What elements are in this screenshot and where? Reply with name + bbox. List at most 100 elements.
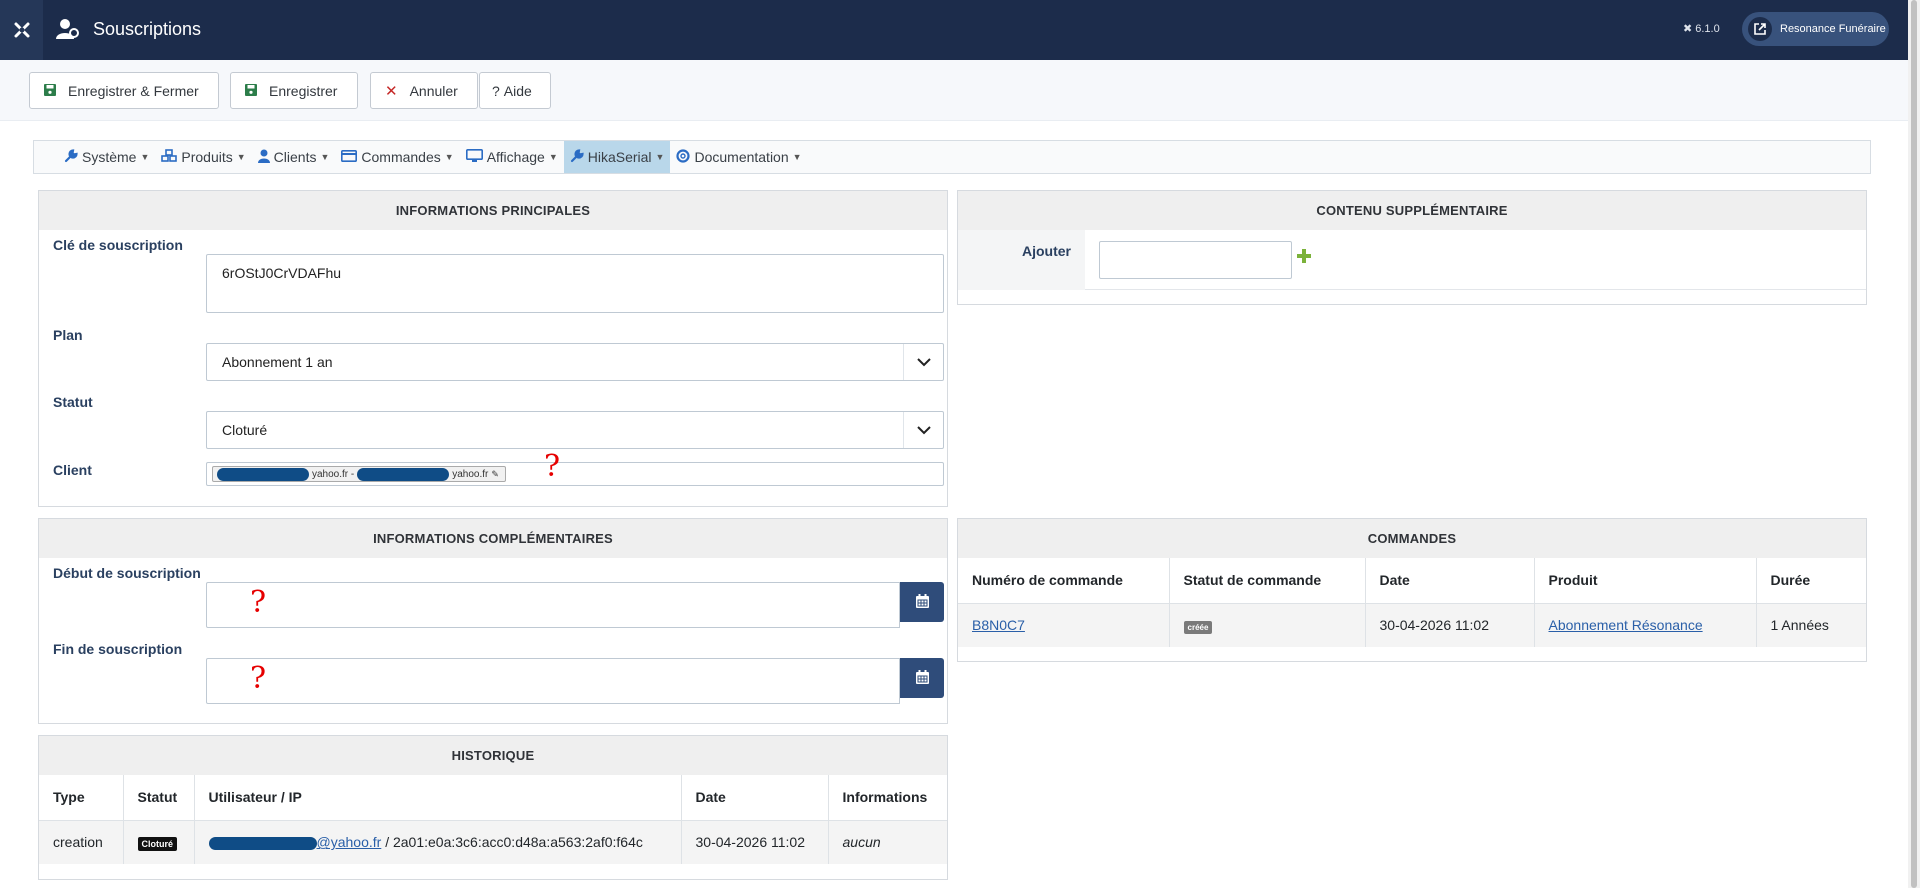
- cancel-button[interactable]: ✕ Annuler: [370, 72, 478, 109]
- start-date-input[interactable]: [206, 582, 900, 628]
- version-label: ✖ 6.1.0: [1683, 22, 1720, 36]
- redaction-mark: [217, 467, 309, 481]
- add-input[interactable]: [1099, 241, 1292, 279]
- save-button[interactable]: Enregistrer: [230, 72, 358, 109]
- col-informations: Informations: [828, 775, 947, 821]
- user-gear-icon: [56, 18, 80, 43]
- col-order-status: Statut de commande: [1169, 558, 1366, 604]
- scrollbar-thumb[interactable]: [1911, 0, 1917, 888]
- status-select[interactable]: Cloturé: [206, 411, 944, 449]
- question-mark-annotation: ?: [250, 661, 267, 696]
- history-header-row: Type Statut Utilisateur / IP Date Inform…: [39, 775, 947, 821]
- col-date: Date: [1365, 558, 1535, 604]
- order-number-link[interactable]: B8N0C7: [972, 617, 1025, 633]
- user-email-link[interactable]: @yahoo.fr: [317, 834, 382, 850]
- site-link-button[interactable]: Resonance Funéraire: [1742, 12, 1889, 46]
- help-button[interactable]: ? Aide: [479, 72, 551, 109]
- external-link-icon: [1748, 17, 1772, 41]
- plan-select[interactable]: Abonnement 1 an: [206, 343, 944, 381]
- col-type: Type: [39, 775, 124, 821]
- plan-label: Plan: [53, 327, 83, 343]
- col-date: Date: [681, 775, 829, 821]
- page-scrollbar[interactable]: [1908, 0, 1920, 888]
- history-type: creation: [39, 820, 124, 864]
- chevron-down-icon: [903, 412, 943, 448]
- col-status: Statut: [123, 775, 195, 821]
- history-status-badge: Cloturé: [137, 836, 177, 851]
- question-mark-annotation: ?: [250, 585, 267, 620]
- desktop-icon: [465, 148, 483, 166]
- wrench-icon: [64, 148, 78, 166]
- menu-produits[interactable]: Produits ▼: [155, 141, 251, 173]
- col-order-number: Numéro de commande: [958, 558, 1170, 604]
- order-status-badge: créée: [1183, 620, 1213, 634]
- history-user-ip: @yahoo.fr / 2a01:e0a:3c6:acc0:d48a:a563:…: [194, 820, 682, 864]
- table-row: B8N0C7 créée 30-04-2026 11:02 Abonnement…: [958, 603, 1866, 647]
- start-calendar-button[interactable]: [900, 582, 944, 622]
- close-icon: ✕: [385, 82, 398, 100]
- history-date: 30-04-2026 11:02: [681, 820, 829, 864]
- credit-card-icon: [341, 149, 358, 165]
- orders-header-row: Numéro de commande Statut de commande Da…: [958, 558, 1866, 604]
- menu-systeme[interactable]: Système ▼: [58, 141, 155, 173]
- orders-table: Numéro de commande Statut de commande Da…: [958, 558, 1866, 647]
- table-row: creation Cloturé @yahoo.fr / 2a01:e0a:3c…: [39, 820, 947, 864]
- cubes-icon: [161, 148, 178, 166]
- history-info: aucun: [828, 820, 947, 864]
- end-date-label: Fin de souscription: [53, 641, 183, 657]
- orders-title: COMMANDES: [958, 519, 1866, 558]
- history-panel: HISTORIQUE Type Statut Utilisateur / IP …: [38, 735, 948, 880]
- component-menu: Système ▼ Produits ▼ Clients ▼ Commandes ▼ A…: [33, 140, 1871, 174]
- calendar-icon: [915, 669, 929, 687]
- redaction-mark: [208, 837, 317, 851]
- extra-content-title: CONTENU SUPPLÉMENTAIRE: [958, 191, 1866, 230]
- lifebuoy-icon: [676, 148, 691, 166]
- pencil-icon[interactable]: ✎: [491, 469, 499, 480]
- history-title: HISTORIQUE: [39, 736, 947, 775]
- user-icon: [257, 149, 270, 166]
- product-link[interactable]: Abonnement Résonance: [1549, 617, 1703, 633]
- joomla-small-icon: ✖: [1683, 23, 1693, 35]
- key-textarea[interactable]: 6rOStJ0CrVDAFhu: [206, 254, 944, 313]
- menu-affichage[interactable]: Affichage ▼: [460, 141, 564, 173]
- menu-documentation[interactable]: Documentation ▼: [670, 141, 807, 173]
- complementary-info-panel: INFORMATIONS COMPLÉMENTAIRES Début de so…: [38, 518, 948, 724]
- joomla-icon[interactable]: [0, 0, 43, 60]
- add-row: Ajouter: [958, 230, 1866, 290]
- plus-icon[interactable]: [1297, 249, 1311, 266]
- menu-commandes[interactable]: Commandes ▼: [335, 141, 459, 173]
- complementary-info-title: INFORMATIONS COMPLÉMENTAIRES: [39, 519, 947, 558]
- client-field[interactable]: yahoo.fr - yahoo.fr ✎: [206, 462, 944, 486]
- order-date: 30-04-2026 11:02: [1365, 603, 1535, 647]
- status-label: Statut: [53, 394, 93, 410]
- page-title: Souscriptions: [93, 19, 202, 39]
- history-table: Type Statut Utilisateur / IP Date Inform…: [39, 775, 947, 864]
- extra-content-panel: CONTENU SUPPLÉMENTAIRE Ajouter: [957, 190, 1867, 305]
- menu-hikaserial[interactable]: HikaSerial ▼: [563, 141, 671, 173]
- save-close-button[interactable]: Enregistrer & Fermer: [29, 72, 219, 109]
- client-tag[interactable]: yahoo.fr - yahoo.fr ✎: [212, 466, 506, 482]
- question-icon: ?: [492, 82, 500, 99]
- col-user-ip: Utilisateur / IP: [194, 775, 682, 821]
- top-header: Souscriptions ✖ 6.1.0 Resonance Funérair…: [0, 0, 1908, 60]
- client-label: Client: [53, 462, 92, 478]
- question-mark-annotation: ?: [544, 449, 561, 484]
- menu-clients[interactable]: Clients ▼: [252, 141, 336, 173]
- start-date-label: Début de souscription: [53, 565, 201, 581]
- save-icon: [245, 83, 257, 99]
- col-product: Produit: [1534, 558, 1757, 604]
- calendar-icon: [915, 593, 929, 611]
- orders-panel: COMMANDES Numéro de commande Statut de c…: [957, 518, 1867, 662]
- order-duration: 1 Années: [1756, 603, 1866, 647]
- main-info-panel: INFORMATIONS PRINCIPALES Clé de souscrip…: [38, 190, 948, 507]
- action-toolbar: Enregistrer & Fermer Enregistrer ✕ Annul…: [0, 60, 1908, 121]
- add-label: Ajouter: [958, 230, 1085, 290]
- save-icon: [44, 83, 56, 99]
- end-calendar-button[interactable]: [900, 658, 944, 698]
- col-duration: Durée: [1756, 558, 1866, 604]
- key-label: Clé de souscription: [53, 237, 183, 253]
- redaction-mark: [357, 467, 450, 481]
- end-date-input[interactable]: [206, 658, 900, 704]
- main-info-title: INFORMATIONS PRINCIPALES: [39, 191, 947, 230]
- key-icon: [570, 148, 584, 166]
